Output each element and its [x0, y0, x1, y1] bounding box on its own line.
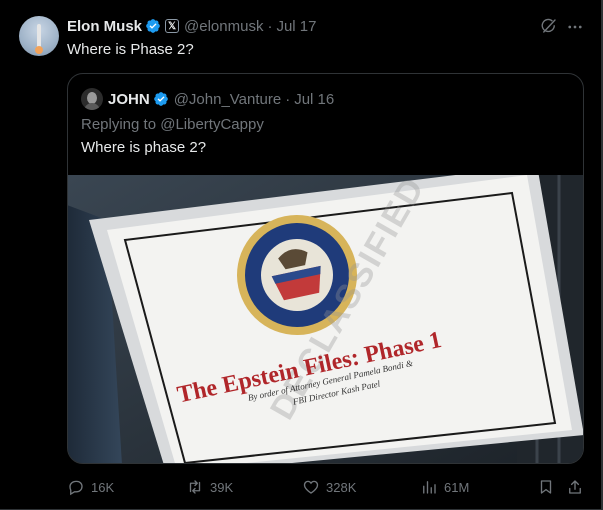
verified-badge-icon [146, 19, 160, 33]
grok-icon[interactable] [540, 17, 558, 35]
bookmark-icon [540, 480, 552, 494]
share-button[interactable] [566, 476, 584, 498]
author-avatar[interactable] [19, 16, 59, 56]
avatar-flame [35, 46, 43, 54]
more-icon[interactable] [566, 18, 584, 36]
repost-button[interactable]: 39K [186, 476, 233, 498]
separator-dot: · [285, 90, 291, 108]
quoted-post-header: JOHN @John_Vanture · Jul 16 [108, 89, 334, 109]
replying-to[interactable]: Replying to @LibertyCappy [81, 116, 264, 133]
reply-count: 16K [91, 479, 115, 495]
post-text: Where is Phase 2? [67, 41, 194, 58]
share-icon [569, 480, 581, 494]
separator-dot: · [267, 17, 273, 35]
verified-badge-icon [153, 92, 168, 106]
repost-icon [189, 480, 201, 494]
quoted-author-name[interactable]: JOHN [108, 91, 150, 108]
quoted-post-image[interactable]: DECLASSIFIED The Epstein Files: Phase 1 … [68, 175, 583, 463]
quoted-author-avatar[interactable] [81, 88, 103, 110]
like-count: 328K [326, 479, 357, 495]
quoted-post-date[interactable]: Jul 16 [294, 91, 334, 108]
quoted-post[interactable]: JOHN @John_Vanture · Jul 16 Replying to … [67, 73, 584, 464]
post-date[interactable]: Jul 17 [276, 18, 316, 35]
affiliate-badge: 𝕏 [165, 19, 180, 33]
reply-button[interactable]: 16K [67, 476, 114, 498]
post-header: Elon Musk 𝕏 @elonmusk · Jul 17 [67, 16, 316, 36]
author-name[interactable]: Elon Musk [67, 18, 142, 35]
quoted-author-handle[interactable]: @John_Vanture [174, 91, 282, 108]
like-button[interactable]: 328K [302, 476, 356, 498]
post[interactable]: Elon Musk 𝕏 @elonmusk · Jul 17 Where is … [0, 0, 603, 510]
author-handle[interactable]: @elonmusk [184, 18, 263, 35]
views-button[interactable]: 61M [420, 476, 469, 498]
view-count: 61M [444, 479, 470, 495]
action-bar: 16K 39K 328K 61M [0, 476, 603, 498]
views-chart-icon [423, 481, 436, 494]
repost-count: 39K [210, 479, 234, 495]
avatar-body [84, 103, 100, 110]
reply-icon [69, 480, 83, 496]
bookmark-button[interactable] [537, 476, 555, 498]
quoted-post-text: Where is phase 2? [81, 139, 207, 156]
heart-icon [303, 480, 319, 494]
